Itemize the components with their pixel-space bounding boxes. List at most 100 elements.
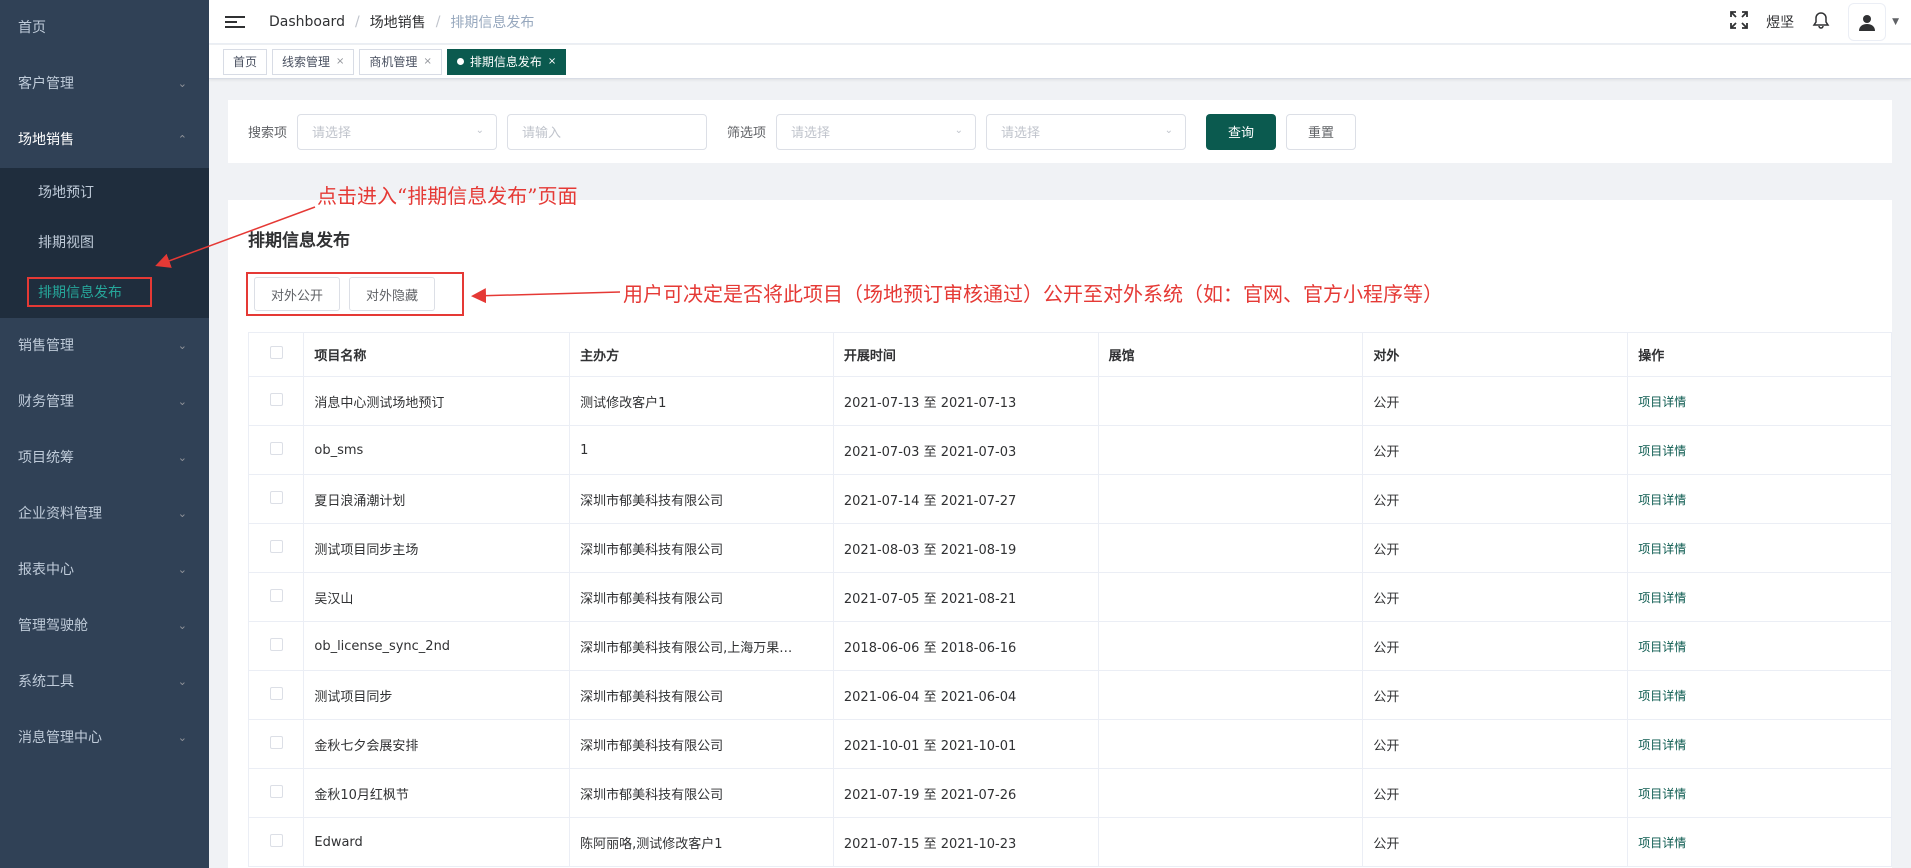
row-checkbox[interactable] — [269, 588, 283, 602]
input-placeholder: 请输入 — [522, 126, 562, 141]
table-row[interactable]: ob_license_sync_2nd 深圳市郁美科技有限公司,上海万果… 2018… — [247, 621, 1892, 671]
row-checkbox[interactable] — [269, 735, 283, 749]
make-public-button[interactable]: 对外公开 — [254, 277, 341, 311]
tag-leads[interactable]: 线索管理 × — [272, 48, 355, 75]
sidebar-item-label: 销售管理 — [18, 338, 74, 354]
table-row[interactable]: 测试项目同步 深圳市郁美科技有限公司 2021-06-04 至 2021-06-04… — [247, 670, 1892, 720]
reset-button[interactable]: 重置 — [1286, 113, 1357, 150]
column-header: 开展时间 — [832, 332, 1099, 377]
cell-visibility: 公开 — [1362, 817, 1629, 867]
column-header: 对外 — [1362, 332, 1629, 377]
project-detail-link[interactable]: 项目详情 — [1638, 836, 1686, 850]
row-checkbox[interactable] — [269, 539, 283, 553]
table-row[interactable]: Edward 陈阿丽咯,测试修改客户1 2021-07-15 至 2021-10-2… — [247, 817, 1892, 867]
table-row[interactable]: 金秋七夕会展安排 深圳市郁美科技有限公司 2021-10-01 至 2021-10-… — [247, 719, 1892, 769]
user-name[interactable]: 煜坚 — [1766, 12, 1794, 32]
project-detail-link[interactable]: 项目详情 — [1638, 738, 1686, 752]
table-row[interactable]: 测试项目同步主场 深圳市郁美科技有限公司 2021-08-03 至 2021-08-… — [247, 523, 1892, 573]
project-detail-link[interactable]: 项目详情 — [1638, 591, 1686, 605]
filter-field-select[interactable]: 请选择 ⌄ — [776, 113, 977, 150]
tag-opportunities[interactable]: 商机管理 × — [359, 48, 442, 75]
table-row[interactable]: 夏日浪涌潮计划 深圳市郁美科技有限公司 2021-07-14 至 2021-07-2… — [247, 474, 1892, 524]
cell-name: ob_license_sync_2nd — [303, 621, 571, 671]
search-field-select[interactable]: 请选择 ⌄ — [297, 113, 498, 150]
row-checkbox[interactable] — [269, 637, 283, 651]
tag-home[interactable]: 首页 — [223, 48, 268, 75]
sidebar-subitem-schedule-view[interactable]: 排期视图 — [0, 218, 209, 268]
caret-down-icon[interactable]: ▼ — [1892, 17, 1899, 27]
chevron-down-icon: ⌄ — [177, 563, 187, 576]
cell-organizer: 深圳市郁美科技有限公司 — [569, 670, 834, 720]
close-icon[interactable]: × — [336, 50, 344, 74]
search-input[interactable]: 请输入 — [507, 113, 708, 150]
table-row[interactable]: ob_sms 1 2021-07-03 至 2021-07-03 公开 项目详情 — [247, 425, 1892, 475]
table-row[interactable]: 金秋10月红枫节 深圳市郁美科技有限公司 2021-07-19 至 2021-07-… — [247, 768, 1892, 818]
project-detail-link[interactable]: 项目详情 — [1638, 640, 1686, 654]
sidebar-item-label: 企业资料管理 — [18, 506, 102, 522]
chevron-down-icon: ⌄ — [177, 507, 187, 520]
sidebar-subitem-booking[interactable]: 场地预订 — [0, 168, 209, 218]
sidebar-item-company[interactable]: 企业资料管理 ⌄ — [0, 486, 209, 542]
sidebar-item-customer[interactable]: 客户管理 ⌄ — [0, 56, 209, 112]
cell-action: 项目详情 — [1627, 425, 1892, 475]
row-checkbox[interactable] — [269, 784, 283, 798]
cell-name: 金秋七夕会展安排 — [303, 719, 571, 769]
table-row[interactable]: 消息中心测试场地预订 测试修改客户1 2021-07-13 至 2021-07-13… — [247, 376, 1892, 426]
close-icon[interactable]: × — [548, 50, 556, 74]
sidebar-item-label: 消息管理中心 — [18, 730, 102, 746]
column-header: 主办方 — [569, 332, 834, 377]
cell-organizer: 深圳市郁美科技有限公司 — [569, 474, 834, 524]
sidebar-item-cockpit[interactable]: 管理驾驶舱 ⌄ — [0, 598, 209, 654]
cell-visibility: 公开 — [1362, 719, 1629, 769]
project-detail-link[interactable]: 项目详情 — [1638, 395, 1686, 409]
avatar[interactable] — [1848, 3, 1887, 41]
sidebar-item-messages[interactable]: 消息管理中心 ⌄ — [0, 710, 209, 766]
cell-action: 项目详情 — [1627, 572, 1892, 622]
breadcrumb-item[interactable]: Dashboard — [269, 14, 345, 30]
row-checkbox[interactable] — [269, 441, 283, 455]
breadcrumb-item[interactable]: 场地销售 — [370, 12, 426, 32]
cell-organizer: 1 — [569, 425, 834, 475]
row-checkbox[interactable] — [269, 392, 283, 406]
sidebar-item-project[interactable]: 项目统筹 ⌄ — [0, 430, 209, 486]
project-detail-link[interactable]: 项目详情 — [1638, 787, 1686, 801]
column-header: 操作 — [1627, 332, 1892, 377]
active-dot-icon — [456, 58, 464, 65]
sidebar-item-label: 排期视图 — [38, 235, 94, 251]
sidebar-item-sales[interactable]: 销售管理 ⌄ — [0, 318, 209, 374]
sidebar-item-venue-sales[interactable]: 场地销售 ⌃ — [0, 112, 209, 168]
bell-icon[interactable] — [1812, 11, 1830, 33]
cell-action: 项目详情 — [1627, 621, 1892, 671]
cell-hall — [1097, 376, 1364, 426]
row-checkbox[interactable] — [269, 833, 283, 847]
query-button[interactable]: 查询 — [1206, 113, 1277, 150]
row-checkbox[interactable] — [269, 490, 283, 504]
chevron-down-icon: ⌄ — [177, 451, 187, 464]
project-detail-link[interactable]: 项目详情 — [1638, 444, 1686, 458]
table-row[interactable]: 吴汉山 深圳市郁美科技有限公司 2021-07-05 至 2021-08-21 公开项… — [247, 572, 1892, 622]
sidebar-item-tools[interactable]: 系统工具 ⌄ — [0, 654, 209, 710]
sidebar-item-home[interactable]: 首页 — [0, 0, 209, 56]
row-checkbox[interactable] — [269, 686, 283, 700]
sidebar-item-finance[interactable]: 财务管理 ⌄ — [0, 374, 209, 430]
project-detail-link[interactable]: 项目详情 — [1638, 689, 1686, 703]
column-header: 展馆 — [1097, 332, 1364, 377]
close-icon[interactable]: × — [423, 50, 431, 74]
project-detail-link[interactable]: 项目详情 — [1638, 542, 1686, 556]
select-all-checkbox[interactable] — [269, 346, 283, 359]
fullscreen-icon[interactable] — [1730, 11, 1748, 33]
cell-hall — [1097, 670, 1364, 720]
row-checkbox-cell — [247, 523, 305, 573]
select-placeholder: 请选择 — [791, 126, 831, 141]
project-detail-link[interactable]: 项目详情 — [1638, 493, 1686, 507]
sidebar: 首页 客户管理 ⌄ 场地销售 ⌃ 场地预订 排期视图 排期信息发布 销售管理 ⌄… — [0, 0, 209, 868]
hamburger-icon[interactable] — [225, 15, 245, 28]
filter-value-select[interactable]: 请选择 ⌄ — [986, 113, 1187, 150]
sidebar-item-reports[interactable]: 报表中心 ⌄ — [0, 542, 209, 598]
cell-hall — [1097, 768, 1364, 818]
tag-schedule-publish[interactable]: 排期信息发布 × — [446, 48, 567, 75]
filter-label: 筛选项 — [727, 126, 767, 141]
cell-name: 金秋10月红枫节 — [303, 768, 571, 818]
make-hidden-button[interactable]: 对外隐藏 — [349, 277, 436, 311]
cell-visibility: 公开 — [1362, 425, 1629, 475]
